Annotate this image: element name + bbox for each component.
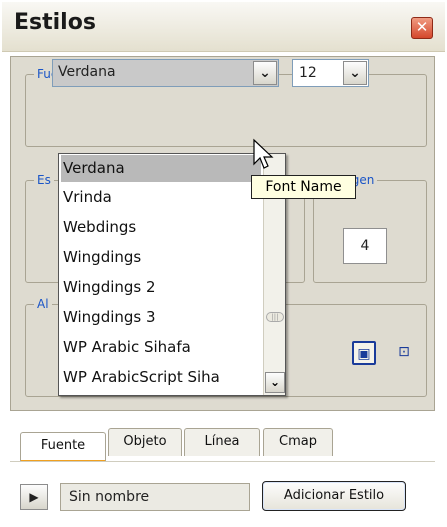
al-group-label: Al bbox=[37, 297, 49, 311]
es-group-label: Es bbox=[37, 173, 51, 187]
add-style-button[interactable]: Adicionar Estilo bbox=[262, 481, 406, 511]
play-icon[interactable]: ▶ bbox=[20, 484, 48, 510]
font-size-value: 12 bbox=[299, 65, 317, 81]
chevron-down-icon[interactable]: ⌄ bbox=[265, 372, 285, 393]
align-bottom-icon[interactable]: ⊡ bbox=[392, 341, 416, 365]
dropdown-item[interactable]: Wingdings bbox=[61, 244, 261, 271]
tab-divider bbox=[10, 461, 435, 462]
tab-fuente[interactable]: Fuente bbox=[20, 432, 106, 462]
font-name-tooltip: Font Name bbox=[251, 175, 356, 199]
chevron-down-icon[interactable]: ⌄ bbox=[343, 61, 367, 85]
dropdown-item[interactable]: Verdana bbox=[61, 155, 261, 182]
align-center-icon[interactable]: ▣ bbox=[352, 341, 376, 365]
margin-input[interactable]: 4 bbox=[343, 228, 387, 264]
font-name-value: Verdana bbox=[58, 64, 116, 80]
dropdown-item[interactable]: WP Arabic Sihafa bbox=[61, 334, 261, 361]
font-name-combo[interactable]: Verdana ⌄ bbox=[52, 59, 279, 87]
dropdown-item[interactable]: Vrinda bbox=[61, 184, 261, 211]
chevron-down-icon[interactable]: ⌄ bbox=[253, 61, 277, 85]
tab-linea[interactable]: Línea bbox=[184, 428, 260, 456]
tab-objeto[interactable]: Objeto bbox=[108, 428, 182, 456]
tab-cmap[interactable]: Cmap bbox=[263, 428, 333, 456]
dropdown-item[interactable]: Wingdings 2 bbox=[61, 274, 261, 301]
dropdown-item[interactable]: Wingdings 3 bbox=[61, 304, 261, 331]
dropdown-item[interactable]: WP ArabicScript Siha bbox=[61, 364, 261, 391]
style-name-field[interactable]: Sin nombre bbox=[60, 483, 250, 511]
mouse-cursor-icon bbox=[253, 138, 274, 169]
window-title: Estilos bbox=[14, 10, 96, 35]
scroll-thumb[interactable]: ||| bbox=[266, 312, 284, 322]
font-size-combo[interactable]: 12 ⌄ bbox=[292, 59, 369, 87]
close-icon[interactable]: ✕ bbox=[411, 17, 433, 39]
title-bar: Estilos ✕ bbox=[2, 2, 445, 52]
dropdown-item[interactable]: Webdings bbox=[61, 214, 261, 241]
styles-window: Estilos ✕ Fuente & Tamaño Es rgen Al Ver… bbox=[0, 0, 447, 527]
